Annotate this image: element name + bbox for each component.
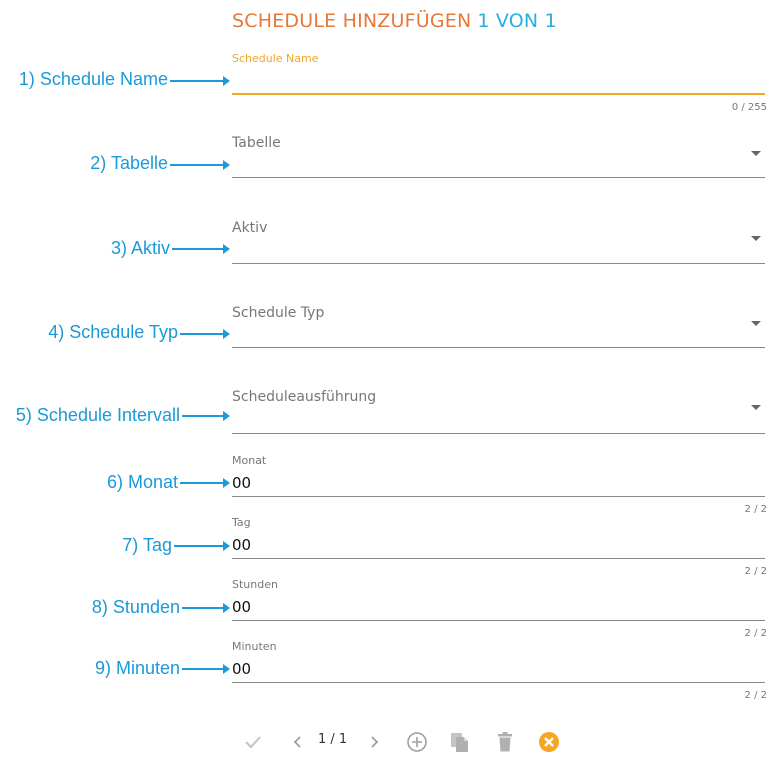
delete-icon[interactable]	[492, 729, 518, 755]
aktiv-select[interactable]: Aktiv	[232, 218, 765, 268]
dropdown-arrow-icon[interactable]	[751, 405, 761, 410]
monat-underline	[232, 496, 765, 497]
tag-label: Tag	[232, 516, 251, 529]
scheduleausfuehrung-select[interactable]: Scheduleausführung	[232, 387, 765, 437]
aktiv-underline	[232, 263, 765, 264]
tag-input[interactable]	[232, 536, 765, 554]
scheduleausfuehrung-underline	[232, 433, 765, 434]
schedule-name-label: Schedule Name	[232, 52, 319, 65]
schedule-name-field[interactable]: Schedule Name 0 / 255	[232, 50, 767, 116]
tabelle-underline	[232, 177, 765, 178]
aktiv-label: Aktiv	[232, 220, 268, 236]
chevron-left-icon[interactable]	[288, 729, 308, 755]
scheduleausfuehrung-label: Scheduleausführung	[232, 389, 377, 405]
annotation-minuten: 9) Minuten	[94, 658, 180, 678]
title-text: SCHEDULE HINZUFÜGEN	[232, 10, 472, 32]
annotation-arrow	[174, 541, 230, 551]
page-indicator: 1 / 1	[318, 732, 348, 747]
monat-label: Monat	[232, 454, 267, 467]
cancel-icon[interactable]	[536, 729, 562, 755]
minuten-field[interactable]: Minuten 2 / 2	[232, 638, 767, 704]
tag-field[interactable]: Tag 2 / 2	[232, 514, 767, 580]
monat-field[interactable]: Monat 2 / 2	[232, 452, 767, 518]
monat-input[interactable]	[232, 474, 765, 492]
schedule-name-input[interactable]	[232, 72, 765, 90]
stunden-field[interactable]: Stunden 2 / 2	[232, 576, 767, 642]
chevron-right-icon[interactable]	[364, 729, 384, 755]
annotation-monat: 6) Monat	[106, 472, 178, 492]
annotation-arrow	[182, 603, 230, 613]
annotation-schedule-intervall: 5) Schedule Intervall	[15, 405, 180, 425]
annotation-aktiv: 3) Aktiv	[110, 238, 170, 258]
copy-icon[interactable]	[446, 729, 472, 755]
annotation-arrow	[172, 244, 230, 254]
dropdown-arrow-icon[interactable]	[751, 236, 761, 241]
tag-underline	[232, 558, 765, 559]
annotation-arrow	[170, 160, 230, 170]
minuten-underline	[232, 682, 765, 683]
schedule-typ-select[interactable]: Schedule Typ	[232, 303, 765, 353]
record-counter: 1 VON 1	[477, 10, 557, 32]
tabelle-label: Tabelle	[232, 135, 281, 151]
schedule-typ-label: Schedule Typ	[232, 305, 325, 321]
stunden-input[interactable]	[232, 598, 765, 616]
minuten-input[interactable]	[232, 660, 765, 678]
annotation-tabelle: 2) Tabelle	[90, 153, 168, 173]
dropdown-arrow-icon[interactable]	[751, 151, 761, 156]
annotation-arrow	[180, 329, 230, 339]
annotation-schedule-typ: 4) Schedule Typ	[48, 322, 178, 342]
annotation-tag: 7) Tag	[122, 535, 172, 555]
check-icon[interactable]	[240, 729, 266, 755]
annotation-arrow	[182, 411, 230, 421]
stunden-underline	[232, 620, 765, 621]
annotation-arrow	[180, 478, 230, 488]
annotation-arrow	[182, 664, 230, 674]
tabelle-select[interactable]: Tabelle	[232, 133, 765, 183]
schedule-typ-underline	[232, 347, 765, 348]
schedule-name-underline	[232, 93, 765, 95]
page-title: SCHEDULE HINZUFÜGEN 1 VON 1	[232, 10, 557, 32]
dropdown-arrow-icon[interactable]	[751, 321, 761, 326]
annotation-schedule-name: 1) Schedule Name	[18, 69, 168, 89]
add-circle-icon[interactable]	[404, 729, 430, 755]
schedule-name-counter: 0 / 255	[731, 102, 767, 113]
minuten-counter: 2 / 2	[744, 690, 767, 701]
annotation-arrow	[170, 76, 230, 86]
stunden-label: Stunden	[232, 578, 278, 591]
annotation-stunden: 8) Stunden	[91, 597, 180, 617]
minuten-label: Minuten	[232, 640, 277, 653]
